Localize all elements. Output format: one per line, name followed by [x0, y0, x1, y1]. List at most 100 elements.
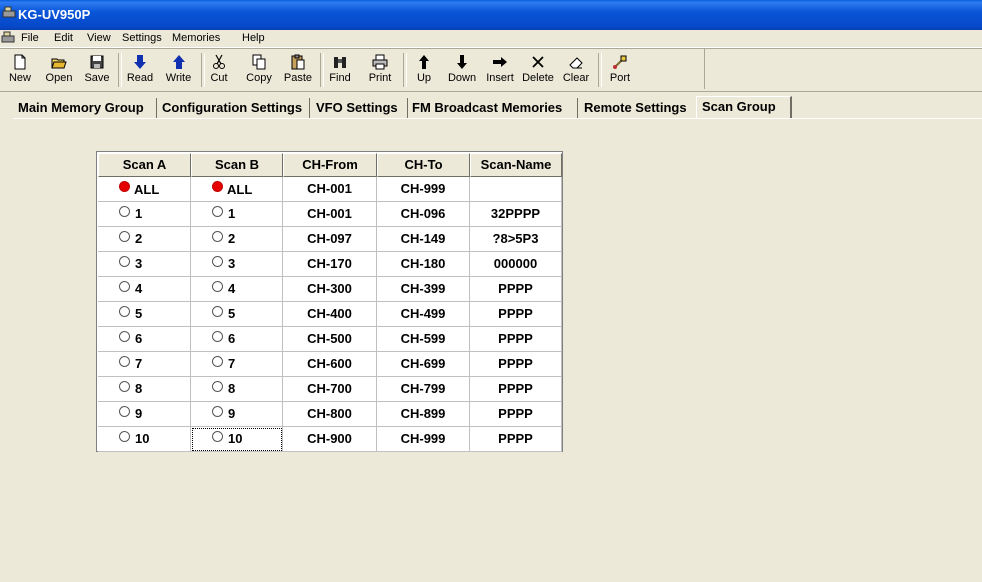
menu-edit[interactable]: Edit	[54, 32, 73, 44]
ch-to-cell[interactable]: CH-180	[377, 252, 470, 277]
scan-a-radio[interactable]	[119, 406, 130, 417]
insert-button[interactable]: Insert	[483, 51, 517, 89]
menu-file[interactable]: File	[21, 32, 39, 44]
ch-to-cell[interactable]: CH-096	[377, 202, 470, 227]
scan-b-cell[interactable]: 6	[191, 327, 283, 352]
read-button[interactable]: Read	[124, 51, 156, 89]
ch-from-cell[interactable]: CH-500	[283, 327, 377, 352]
scan-name-cell[interactable]: PPPP	[470, 352, 562, 377]
scan-a-cell[interactable]: ALL	[98, 177, 191, 202]
scan-a-cell[interactable]: 7	[98, 352, 191, 377]
scan-b-cell[interactable]: 10	[191, 427, 283, 452]
scan-a-radio[interactable]	[119, 431, 130, 442]
scan-b-cell[interactable]: 2	[191, 227, 283, 252]
save-button[interactable]: Save	[81, 51, 113, 89]
scan-b-radio[interactable]	[212, 206, 223, 217]
menu-settings[interactable]: Settings	[122, 32, 162, 44]
scan-a-radio[interactable]	[119, 356, 130, 367]
ch-to-cell[interactable]: CH-499	[377, 302, 470, 327]
title-bar[interactable]: KG-UV950P	[0, 0, 982, 30]
scan-b-radio[interactable]	[212, 256, 223, 267]
column-header-ch-from[interactable]: CH-From	[283, 153, 377, 177]
scan-a-cell[interactable]: 8	[98, 377, 191, 402]
scan-a-cell[interactable]: 4	[98, 277, 191, 302]
scan-name-cell[interactable]: PPPP	[470, 277, 562, 302]
scan-a-cell[interactable]: 2	[98, 227, 191, 252]
clear-button[interactable]: Clear	[561, 51, 591, 89]
ch-to-cell[interactable]: CH-999	[377, 177, 470, 202]
scan-a-radio[interactable]	[119, 181, 130, 192]
scan-b-radio[interactable]	[212, 406, 223, 417]
column-header-ch-to[interactable]: CH-To	[377, 153, 470, 177]
ch-to-cell[interactable]: CH-149	[377, 227, 470, 252]
tab-main-memory-group[interactable]: Main Memory Group	[13, 98, 157, 118]
write-button[interactable]: Write	[162, 51, 195, 89]
ch-from-cell[interactable]: CH-097	[283, 227, 377, 252]
up-button[interactable]: Up	[410, 51, 438, 89]
ch-to-cell[interactable]: CH-999	[377, 427, 470, 452]
ch-to-cell[interactable]: CH-599	[377, 327, 470, 352]
print-button[interactable]: Print	[364, 51, 396, 89]
scan-b-cell[interactable]: 8	[191, 377, 283, 402]
scan-b-radio[interactable]	[212, 331, 223, 342]
scan-a-radio[interactable]	[119, 256, 130, 267]
cut-button[interactable]: Cut	[205, 51, 233, 89]
scan-name-cell[interactable]: 000000	[470, 252, 562, 277]
ch-from-cell[interactable]: CH-001	[283, 202, 377, 227]
scan-a-radio[interactable]	[119, 331, 130, 342]
scan-b-cell[interactable]: 1	[191, 202, 283, 227]
scan-a-radio[interactable]	[119, 281, 130, 292]
scan-a-radio[interactable]	[119, 381, 130, 392]
scan-b-radio[interactable]	[212, 181, 223, 192]
scan-b-radio[interactable]	[212, 431, 223, 442]
scan-b-cell[interactable]: 4	[191, 277, 283, 302]
ch-to-cell[interactable]: CH-399	[377, 277, 470, 302]
ch-from-cell[interactable]: CH-300	[283, 277, 377, 302]
tab-vfo-settings[interactable]: VFO Settings	[311, 98, 408, 118]
scan-b-radio[interactable]	[212, 231, 223, 242]
scan-a-radio[interactable]	[119, 231, 130, 242]
tab-remote-settings[interactable]: Remote Settings	[579, 98, 697, 118]
ch-from-cell[interactable]: CH-001	[283, 177, 377, 202]
port-button[interactable]: Port	[605, 51, 635, 89]
scan-b-cell[interactable]: 3	[191, 252, 283, 277]
ch-from-cell[interactable]: CH-170	[283, 252, 377, 277]
scan-a-radio[interactable]	[119, 206, 130, 217]
scan-a-cell[interactable]: 5	[98, 302, 191, 327]
find-button[interactable]: Find	[325, 51, 355, 89]
scan-name-cell[interactable]: PPPP	[470, 402, 562, 427]
ch-to-cell[interactable]: CH-899	[377, 402, 470, 427]
scan-name-cell[interactable]: 32PPPP	[470, 202, 562, 227]
scan-b-radio[interactable]	[212, 306, 223, 317]
paste-button[interactable]: Paste	[281, 51, 315, 89]
scan-name-cell[interactable]	[470, 177, 562, 202]
ch-from-cell[interactable]: CH-800	[283, 402, 377, 427]
delete-button[interactable]: Delete	[520, 51, 556, 89]
scan-b-cell[interactable]: 7	[191, 352, 283, 377]
scan-b-cell[interactable]: 9	[191, 402, 283, 427]
new-button[interactable]: New	[4, 51, 36, 89]
column-header-scan-name[interactable]: Scan-Name	[470, 153, 562, 177]
scan-a-cell[interactable]: 1	[98, 202, 191, 227]
system-menu-icon[interactable]	[1, 31, 15, 45]
scan-name-cell[interactable]: PPPP	[470, 427, 562, 452]
scan-b-cell[interactable]: 5	[191, 302, 283, 327]
scan-a-cell[interactable]: 6	[98, 327, 191, 352]
column-header-scan-b[interactable]: Scan B	[191, 153, 283, 177]
scan-b-cell[interactable]: ALL	[191, 177, 283, 202]
scan-b-radio[interactable]	[212, 381, 223, 392]
ch-to-cell[interactable]: CH-799	[377, 377, 470, 402]
tab-fm-broadcast-memories[interactable]: FM Broadcast Memories	[407, 98, 578, 118]
scan-a-radio[interactable]	[119, 306, 130, 317]
menu-help[interactable]: Help	[242, 32, 265, 44]
ch-from-cell[interactable]: CH-600	[283, 352, 377, 377]
scan-name-cell[interactable]: PPPP	[470, 302, 562, 327]
tab-configuration-settings[interactable]: Configuration Settings	[157, 98, 310, 118]
ch-to-cell[interactable]: CH-699	[377, 352, 470, 377]
scan-b-radio[interactable]	[212, 281, 223, 292]
scan-name-cell[interactable]: PPPP	[470, 377, 562, 402]
scan-name-cell[interactable]: PPPP	[470, 327, 562, 352]
scan-a-cell[interactable]: 3	[98, 252, 191, 277]
copy-button[interactable]: Copy	[242, 51, 276, 89]
menu-view[interactable]: View	[87, 32, 111, 44]
